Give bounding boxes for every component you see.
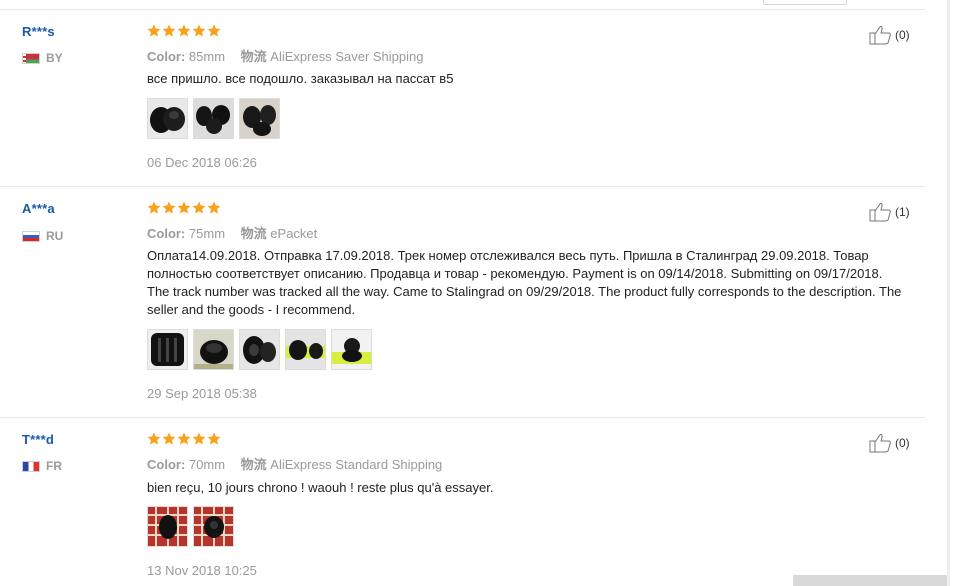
star-icon bbox=[162, 201, 176, 214]
review-date: 29 Sep 2018 05:38 bbox=[147, 386, 257, 401]
star-icon bbox=[192, 24, 206, 37]
reviewer-country: RU bbox=[22, 229, 64, 243]
star-rating bbox=[147, 432, 221, 446]
top-divider bbox=[0, 9, 925, 10]
shipping-value: AliExpress Standard Shipping bbox=[270, 457, 443, 472]
review-photo-thumbnail[interactable] bbox=[285, 329, 326, 370]
star-icon bbox=[177, 24, 191, 37]
review-divider bbox=[0, 417, 925, 418]
color-label: Color: bbox=[147, 49, 186, 64]
star-icon bbox=[147, 201, 161, 214]
belarus-flag-icon bbox=[22, 52, 40, 64]
order-info: Color: 75mm 物流 ePacket bbox=[147, 223, 317, 242]
helpful-count: (1) bbox=[895, 205, 910, 219]
review-photos bbox=[147, 506, 234, 547]
france-flag-icon bbox=[22, 460, 40, 472]
country-code: BY bbox=[46, 51, 63, 65]
helpful-vote[interactable]: (0) bbox=[869, 25, 910, 45]
right-scroll-border bbox=[947, 0, 950, 586]
color-value: 85mm bbox=[188, 49, 226, 64]
helpful-vote[interactable]: (0) bbox=[869, 433, 910, 453]
rubber-cap-photo-icon bbox=[148, 507, 187, 546]
shipping-value: ePacket bbox=[270, 226, 318, 241]
color-label: Color: bbox=[147, 457, 186, 472]
color-value: 75mm bbox=[188, 226, 226, 241]
star-icon bbox=[147, 432, 161, 445]
review-photo-thumbnail[interactable] bbox=[331, 329, 372, 370]
shipping-label: 物流 bbox=[240, 49, 267, 64]
rubber-cap-photo-icon bbox=[332, 330, 371, 369]
review-photos bbox=[147, 98, 280, 139]
order-info: Color: 85mm 物流 AliExpress Saver Shipping bbox=[147, 46, 424, 65]
shipping-label: 物流 bbox=[240, 457, 267, 472]
thumbs-up-icon[interactable] bbox=[869, 202, 892, 222]
helpful-count: (0) bbox=[895, 436, 910, 450]
russia-flag-icon bbox=[22, 230, 40, 242]
review-photo-thumbnail[interactable] bbox=[239, 98, 280, 139]
rubber-cap-photo-icon bbox=[148, 330, 187, 369]
thumbs-up-icon[interactable] bbox=[869, 433, 892, 453]
star-icon bbox=[177, 201, 191, 214]
reviewer-name[interactable]: R***s bbox=[22, 24, 55, 39]
feedback-text: все пришло. все подошло. заказывал на па… bbox=[147, 71, 454, 86]
country-code: FR bbox=[46, 459, 62, 473]
helpful-vote[interactable]: (1) bbox=[869, 202, 910, 222]
review-photo-thumbnail[interactable] bbox=[193, 506, 234, 547]
shipping-label: 物流 bbox=[240, 226, 267, 241]
star-rating bbox=[147, 24, 221, 38]
color-value: 70mm bbox=[188, 457, 226, 472]
star-icon bbox=[162, 24, 176, 37]
horizontal-scrollbar[interactable] bbox=[793, 575, 947, 586]
order-info: Color: 70mm 物流 AliExpress Standard Shipp… bbox=[147, 454, 442, 473]
rubber-cap-photo-icon bbox=[286, 330, 325, 369]
review-divider bbox=[0, 186, 925, 187]
color-label: Color: bbox=[147, 226, 186, 241]
reviewer-name[interactable]: T***d bbox=[22, 432, 54, 447]
review-date: 06 Dec 2018 06:26 bbox=[147, 155, 257, 170]
star-icon bbox=[162, 432, 176, 445]
rubber-cap-photo-icon bbox=[240, 99, 279, 138]
star-icon bbox=[207, 432, 221, 445]
rubber-cap-photo-icon bbox=[194, 330, 233, 369]
star-icon bbox=[192, 432, 206, 445]
star-icon bbox=[192, 201, 206, 214]
country-code: RU bbox=[46, 229, 64, 243]
star-icon bbox=[207, 201, 221, 214]
sort-dropdown-edge[interactable] bbox=[763, 0, 847, 5]
feedback-text: Оплата14.09.2018. Отправка 17.09.2018. Т… bbox=[147, 248, 902, 317]
reviewer-country: FR bbox=[22, 459, 62, 473]
shipping-value: AliExpress Saver Shipping bbox=[270, 49, 424, 64]
review-photos bbox=[147, 329, 372, 370]
review-photo-thumbnail[interactable] bbox=[147, 506, 188, 547]
thumbs-up-icon[interactable] bbox=[869, 25, 892, 45]
rubber-cap-photo-icon bbox=[240, 330, 279, 369]
review-photo-thumbnail[interactable] bbox=[193, 329, 234, 370]
feedback-text: bien reçu, 10 jours chrono ! waouh ! res… bbox=[147, 480, 494, 495]
star-rating bbox=[147, 201, 221, 215]
review-photo-thumbnail[interactable] bbox=[147, 329, 188, 370]
review-photo-thumbnail[interactable] bbox=[147, 98, 188, 139]
star-icon bbox=[177, 432, 191, 445]
review-photo-thumbnail[interactable] bbox=[193, 98, 234, 139]
reviewer-name[interactable]: A***a bbox=[22, 201, 55, 216]
review-photo-thumbnail[interactable] bbox=[239, 329, 280, 370]
star-icon bbox=[207, 24, 221, 37]
star-icon bbox=[147, 24, 161, 37]
helpful-count: (0) bbox=[895, 28, 910, 42]
rubber-cap-photo-icon bbox=[148, 99, 187, 138]
rubber-cap-photo-icon bbox=[194, 99, 233, 138]
rubber-cap-photo-icon bbox=[194, 507, 233, 546]
reviewer-country: BY bbox=[22, 51, 63, 65]
review-date: 13 Nov 2018 10:25 bbox=[147, 563, 257, 578]
